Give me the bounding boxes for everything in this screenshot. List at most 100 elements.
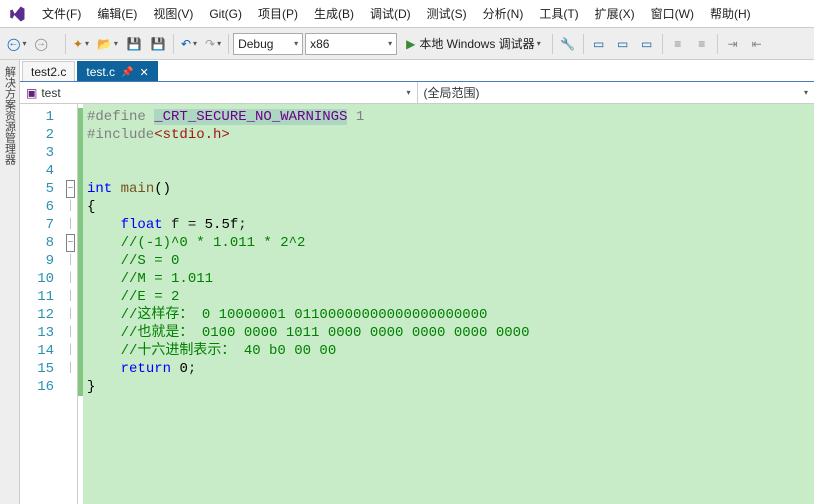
redo-icon: ↷ <box>205 37 215 51</box>
code-line[interactable] <box>87 162 814 180</box>
toolbar-icon-5[interactable]: ≡ <box>667 33 689 55</box>
window-icon: ▭ <box>641 37 652 51</box>
layers-icon: ≡ <box>674 37 681 51</box>
chevron-down-icon: ▾ <box>294 39 298 48</box>
pin-icon[interactable]: 📌 <box>121 67 133 78</box>
nav-scope-combo[interactable]: (全局范围) ▾ <box>418 82 814 103</box>
module-icon: ▣ <box>26 86 37 100</box>
document-tabstrip: test2.c test.c 📌 ✕ <box>20 60 814 82</box>
nav-project-label: test <box>41 86 60 100</box>
redo-button[interactable]: ↷ ▾ <box>202 33 224 55</box>
code-body[interactable]: #define _CRT_SECURE_NO_WARNINGS 1#includ… <box>83 104 814 504</box>
separator <box>228 34 229 54</box>
outdent-icon: ⇤ <box>752 37 762 51</box>
toolbar-icon-2[interactable]: ▭ <box>588 33 610 55</box>
fold-toggle[interactable]: − <box>66 180 75 198</box>
nav-forward-button[interactable]: ◯ → <box>31 33 60 55</box>
solution-explorer-collapsed[interactable]: 解决方案资源管理器 <box>0 60 20 504</box>
toolbar-icon-3[interactable]: ▭ <box>612 33 634 55</box>
code-line[interactable]: { <box>87 198 814 216</box>
menu-bar: 文件(F) 编辑(E) 视图(V) Git(G) 项目(P) 生成(B) 调试(… <box>0 0 814 28</box>
menu-build[interactable]: 生成(B) <box>306 1 362 26</box>
solution-platform-value: x86 <box>310 37 382 51</box>
toolbar-icon-4[interactable]: ▭ <box>636 33 658 55</box>
start-debug-label: 本地 Windows 调试器 <box>419 35 534 52</box>
editor-column: test2.c test.c 📌 ✕ ▣ test ▾ (全局范围) ▾ 123… <box>20 60 814 504</box>
nav-scope-label: (全局范围) <box>424 84 480 101</box>
menu-test[interactable]: 测试(S) <box>419 1 475 26</box>
save-icon: 💾 <box>126 37 141 51</box>
code-line[interactable]: //M = 1.011 <box>87 270 814 288</box>
solution-config-value: Debug <box>238 37 288 51</box>
close-icon[interactable]: ✕ <box>140 66 149 79</box>
code-editor[interactable]: 12345678910111213141516 −││−│││││││ #def… <box>20 104 814 504</box>
line-number-gutter: 12345678910111213141516 <box>20 104 64 504</box>
chevron-down-icon: ▾ <box>804 88 808 97</box>
menu-git[interactable]: Git(G) <box>201 3 250 25</box>
open-file-button[interactable]: 📂 ▾ <box>94 33 121 55</box>
menu-file[interactable]: 文件(F) <box>34 1 89 26</box>
toolbar-icon-8[interactable]: ⇤ <box>746 33 768 55</box>
separator <box>552 34 553 54</box>
menu-window[interactable]: 窗口(W) <box>643 1 702 26</box>
nav-back-button[interactable]: ◯ ← ▾ <box>4 33 29 55</box>
vs-logo-icon <box>8 5 26 23</box>
menu-edit[interactable]: 编辑(E) <box>89 1 145 26</box>
layers-icon: ≡ <box>698 37 705 51</box>
menu-project[interactable]: 项目(P) <box>250 1 306 26</box>
code-line[interactable] <box>87 144 814 162</box>
chevron-down-icon: ▾ <box>388 39 392 48</box>
menu-view[interactable]: 视图(V) <box>145 1 201 26</box>
code-line[interactable]: //这样存： 0 10000001 0110000000000000000000… <box>87 306 814 324</box>
save-all-button[interactable]: 💾 <box>147 33 169 55</box>
code-line[interactable]: //十六进制表示： 40 b0 00 00 <box>87 342 814 360</box>
chevron-down-icon: ▾ <box>406 88 410 97</box>
save-button[interactable]: 💾 <box>123 33 145 55</box>
code-line[interactable]: #define _CRT_SECURE_NO_WARNINGS 1 <box>87 108 814 126</box>
main-area: 解决方案资源管理器 test2.c test.c 📌 ✕ ▣ test ▾ (全… <box>0 60 814 504</box>
solution-config-combo[interactable]: Debug ▾ <box>233 33 303 55</box>
separator <box>65 34 66 54</box>
code-line[interactable]: } <box>87 378 814 396</box>
fold-gutter: −││−│││││││ <box>64 104 78 504</box>
solution-platform-combo[interactable]: x86 ▾ <box>305 33 397 55</box>
undo-button[interactable]: ↶ ▾ <box>178 33 200 55</box>
save-all-icon: 💾 <box>150 37 165 51</box>
code-line[interactable]: return 0; <box>87 360 814 378</box>
undo-icon: ↶ <box>181 37 191 51</box>
toolbar-icon-7[interactable]: ⇥ <box>722 33 744 55</box>
toolbar-icon-6[interactable]: ≡ <box>691 33 713 55</box>
play-icon: ▶ <box>406 37 415 51</box>
separator <box>717 34 718 54</box>
code-line[interactable]: //(-1)^0 * 1.011 * 2^2 <box>87 234 814 252</box>
menu-tools[interactable]: 工具(T) <box>531 1 586 26</box>
code-line[interactable]: float f = 5.5f; <box>87 216 814 234</box>
menu-analyze[interactable]: 分析(N) <box>475 1 532 26</box>
tab-label: test.c <box>86 65 115 79</box>
code-line[interactable]: //S = 0 <box>87 252 814 270</box>
window-icon: ▭ <box>593 37 604 51</box>
nav-project-combo[interactable]: ▣ test ▾ <box>20 82 418 103</box>
code-line[interactable]: int main() <box>87 180 814 198</box>
folder-open-icon: 📂 <box>97 37 112 51</box>
start-debug-button[interactable]: ▶ 本地 Windows 调试器 ▾ <box>399 33 548 55</box>
separator <box>173 34 174 54</box>
sparkle-icon: ✦ <box>73 37 83 51</box>
tab-test-c[interactable]: test.c 📌 ✕ <box>77 61 157 81</box>
menu-extensions[interactable]: 扩展(X) <box>587 1 643 26</box>
indent-icon: ⇥ <box>728 37 738 51</box>
fold-toggle[interactable]: − <box>66 234 75 252</box>
menu-help[interactable]: 帮助(H) <box>702 1 759 26</box>
code-line[interactable]: //E = 2 <box>87 288 814 306</box>
toolbar: ◯ ← ▾ ◯ → ✦ ▾ 📂 ▾ 💾 💾 ↶ ▾ ↷ ▾ Debug ▾ x8… <box>0 28 814 60</box>
window-icon: ▭ <box>617 37 628 51</box>
code-line[interactable]: //也就是： 0100 0000 1011 0000 0000 0000 000… <box>87 324 814 342</box>
new-project-button[interactable]: ✦ ▾ <box>70 33 92 55</box>
code-nav-bar: ▣ test ▾ (全局范围) ▾ <box>20 82 814 104</box>
tab-test2-c[interactable]: test2.c <box>22 61 75 81</box>
menu-debug[interactable]: 调试(D) <box>362 1 419 26</box>
separator <box>583 34 584 54</box>
code-line[interactable]: #include<stdio.h> <box>87 126 814 144</box>
toolbar-icon-1[interactable]: 🔧 <box>557 33 579 55</box>
separator <box>662 34 663 54</box>
